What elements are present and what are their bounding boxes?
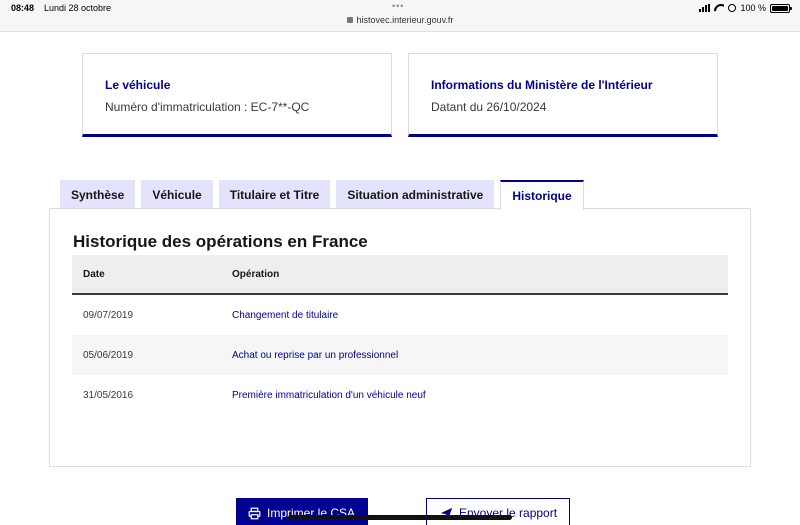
row-operation: Première immatriculation d'un véhicule n… (232, 390, 728, 401)
tab-historique[interactable]: Historique (500, 180, 584, 210)
more-options-icon[interactable]: ••• (392, 1, 404, 11)
table-row: 05/06/2019 Achat ou reprise par un profe… (72, 335, 728, 375)
table-row: 31/05/2016 Première immatriculation d'un… (72, 375, 728, 415)
print-csa-button[interactable]: Imprimer le CSA (236, 498, 368, 525)
vehicle-tile-title: Le véhicule (105, 78, 171, 92)
report-tabs: Synthèse Véhicule Titulaire et Titre Sit… (60, 180, 584, 210)
table-header: Date Opération (72, 255, 728, 295)
tab-situation-administrative[interactable]: Situation administrative (336, 180, 495, 209)
row-date: 05/06/2019 (83, 349, 134, 361)
status-time: 08:48 (11, 3, 35, 13)
url-text: histovec.interieur.gouv.fr (356, 15, 454, 25)
battery-percent: 100 % (740, 3, 766, 13)
lock-icon (346, 17, 353, 23)
operation-link[interactable]: Première immatriculation d'un véhicule n… (232, 390, 426, 401)
row-operation: Changement de titulaire (232, 310, 728, 321)
ministry-date: Datant du 26/10/2024 (431, 100, 547, 114)
table-row: 09/07/2019 Changement de titulaire (72, 295, 728, 335)
ministry-tile: Informations du Ministère de l'Intérieur… (408, 53, 718, 137)
operation-link[interactable]: Changement de titulaire (232, 310, 338, 321)
tab-synthese[interactable]: Synthèse (60, 180, 136, 209)
status-date: Lundi 28 octobre (44, 3, 112, 13)
orientation-lock-icon (728, 4, 737, 12)
row-operation: Achat ou reprise par un professionnel (232, 350, 728, 361)
column-header-date: Date (83, 268, 105, 280)
home-indicator (288, 515, 512, 520)
wifi-icon (714, 4, 724, 12)
status-indicators: 100 % (699, 3, 792, 13)
vehicle-registration: Numéro d'immatriculation : EC-7**-QC (105, 100, 310, 114)
tab-titulaire[interactable]: Titulaire et Titre (218, 180, 331, 209)
send-report-button[interactable]: Envoyer le rapport (426, 498, 570, 525)
address-bar[interactable]: histovec.interieur.gouv.fr (0, 15, 800, 25)
row-date: 09/07/2019 (83, 309, 134, 321)
signal-icon (699, 4, 711, 12)
history-title: Historique des opérations en France (73, 232, 368, 251)
ministry-tile-title: Informations du Ministère de l'Intérieur (431, 78, 653, 92)
vehicle-tile: Le véhicule Numéro d'immatriculation : E… (82, 53, 392, 137)
column-header-operation: Opération (232, 268, 280, 280)
tab-vehicule[interactable]: Véhicule (141, 180, 213, 209)
history-panel: Historique des opérations en France Date… (49, 208, 751, 467)
battery-icon (770, 3, 792, 13)
row-date: 31/05/2016 (83, 389, 134, 401)
operation-link[interactable]: Achat ou reprise par un professionnel (232, 350, 398, 361)
printer-icon (248, 507, 261, 519)
status-bar: 08:48 Lundi 28 octobre ••• histovec.inte… (0, 0, 800, 32)
history-table: Date Opération 09/07/2019 Changement de … (72, 255, 728, 415)
